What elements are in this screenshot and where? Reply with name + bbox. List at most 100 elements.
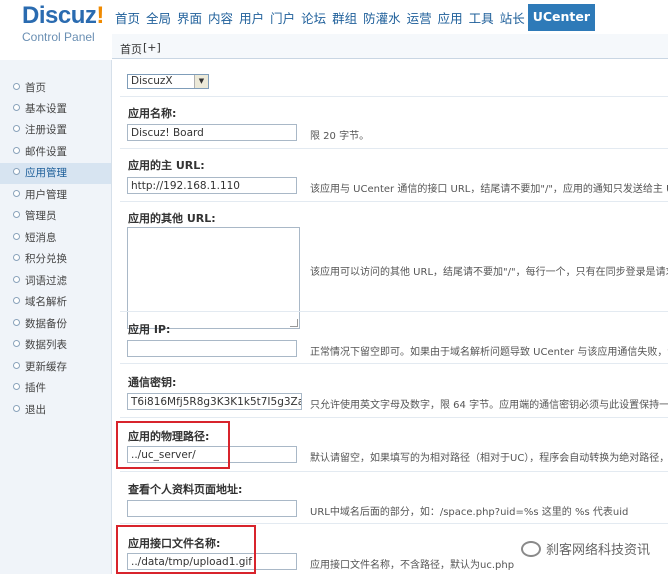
main-url-input[interactable]: http://192.168.1.110 [127, 177, 297, 194]
secret-hint: 只允许使用英文字母及数字，限 64 字节。应用端的通信密钥必须与此设置保持一致，… [310, 400, 668, 411]
topnav-item[interactable]: 防灌水 [360, 4, 404, 30]
path-hint: 默认请留空，如果填写的为相对路径（相对于UC），程序会自动转换为绝对路径，如 .… [310, 453, 668, 464]
sidebar-item[interactable]: 短消息 [0, 228, 111, 249]
sidebar-item[interactable]: 词语过滤 [0, 271, 111, 292]
sidebar-item[interactable]: 数据列表 [0, 335, 111, 356]
sidebar-item-label: 积分兑换 [25, 253, 67, 265]
other-url-label: 应用的其他 URL: [128, 212, 216, 225]
watermark: 刹客网络科技资讯 [520, 539, 650, 558]
sidebar-item[interactable]: 插件 [0, 378, 111, 399]
breadcrumb-home[interactable]: 首页 [120, 41, 142, 57]
sidebar-item[interactable]: 首页 [0, 78, 111, 99]
bullet-icon [13, 83, 20, 90]
bullet-icon [13, 233, 20, 240]
sidebar-item-label: 基本设置 [25, 103, 67, 115]
sidebar-item[interactable]: 注册设置 [0, 120, 111, 141]
app-name-hint: 限 20 字节。 [310, 131, 370, 142]
sidebar-item-label: 首页 [25, 82, 46, 94]
api-hint: 应用接口文件名称，不含路径，默认为uc.php [310, 560, 515, 571]
bullet-icon [13, 362, 20, 369]
other-url-hint: 该应用可以访问的其他 URL，结尾请不要加"/"，每行一个，只有在同步登录是请求… [310, 267, 668, 278]
app-name-label: 应用名称: [128, 107, 177, 120]
other-url-textarea[interactable] [127, 227, 300, 329]
topnav-item[interactable]: 首页 [112, 4, 143, 30]
breadcrumb: 首页 [+] [112, 34, 668, 59]
topnav-item-ucenter[interactable]: UCenter [527, 4, 596, 31]
sidebar-item-label: 短消息 [25, 232, 57, 244]
sidebar-item-label: 退出 [25, 404, 46, 416]
highlight-box-api [116, 525, 256, 574]
sidebar-item-label: 更新缓存 [25, 361, 67, 373]
sidebar-item-label: 应用管理 [25, 167, 67, 179]
divider [120, 471, 668, 472]
bullet-icon [13, 340, 20, 347]
topnav-item[interactable]: 运营 [404, 4, 435, 30]
wechat-icon [520, 540, 541, 557]
sidebar-item[interactable]: 用户管理 [0, 185, 111, 206]
header: Discuz! Control Panel 首页 全局 界面 内容 用户 门户 … [0, 0, 668, 60]
select-value: DiscuzX [131, 75, 173, 87]
secret-label: 通信密钥: [128, 376, 177, 389]
bullet-icon [13, 168, 20, 175]
sidebar-item[interactable]: 域名解析 [0, 292, 111, 313]
sidebar-item[interactable]: 更新缓存 [0, 357, 111, 378]
topnav-item[interactable]: 群组 [329, 4, 360, 30]
sidebar-item-label: 数据列表 [25, 339, 67, 351]
logo-bang: ! [96, 2, 104, 29]
app-ip-input[interactable] [127, 340, 297, 357]
main-form: DiscuzX ▼ 应用名称: Discuz! Board 限 20 字节。 应… [112, 60, 668, 574]
bullet-icon [13, 319, 20, 326]
topnav-item[interactable]: 站长 [497, 4, 528, 30]
breadcrumb-add[interactable]: [+] [143, 41, 161, 54]
app-ip-hint: 正常情况下留空即可。如果由于域名解析问题导致 UCenter 与该应用通信失败，… [310, 347, 668, 358]
divider [120, 148, 668, 149]
bullet-icon [13, 254, 20, 261]
sidebar-item-app-manage[interactable]: 应用管理 [0, 163, 111, 184]
logo: Discuz! [22, 2, 104, 30]
bullet-icon [13, 276, 20, 283]
sidebar-item[interactable]: 管理员 [0, 206, 111, 227]
topnav-item[interactable]: 应用 [435, 4, 466, 30]
main-url-label: 应用的主 URL: [128, 159, 205, 172]
watermark-text: 刹客网络科技资讯 [545, 543, 650, 558]
bullet-icon [13, 405, 20, 412]
sidebar-item[interactable]: 邮件设置 [0, 142, 111, 163]
sidebar-item-label: 词语过滤 [25, 275, 67, 287]
sidebar-item[interactable]: 数据备份 [0, 314, 111, 335]
sidebar-item-label: 数据备份 [25, 318, 67, 330]
topnav-item[interactable]: 工具 [466, 4, 497, 30]
bullet-icon [13, 125, 20, 132]
app-ip-label: 应用 IP: [128, 323, 171, 336]
divider [120, 311, 668, 312]
topnav-item[interactable]: 用户 [236, 4, 267, 30]
topnav-item[interactable]: 论坛 [298, 4, 329, 30]
topnav-item[interactable]: 内容 [205, 4, 236, 30]
sidebar-item[interactable]: 积分兑换 [0, 249, 111, 270]
divider [120, 201, 668, 202]
secret-input[interactable]: T6i816Mfj5R8g3K3K1k5t7I5g3Zas02eo7 [127, 393, 302, 410]
top-nav: 首页 全局 界面 内容 用户 门户 论坛 群组 防灌水 运营 应用 工具 站长 … [112, 4, 596, 31]
sidebar-item-label: 域名解析 [25, 296, 67, 308]
topnav-item[interactable]: 门户 [267, 4, 298, 30]
logo-text: Discuz [22, 2, 97, 29]
highlight-box-path [116, 421, 230, 469]
profile-input[interactable] [127, 500, 297, 517]
profile-hint: URL中域名后面的部分，如：/space.php?uid=%s 这里的 %s 代… [310, 507, 629, 518]
divider [120, 417, 668, 418]
topnav-item[interactable]: 全局 [143, 4, 174, 30]
bullet-icon [13, 147, 20, 154]
bullet-icon [13, 190, 20, 197]
bullet-icon [13, 297, 20, 304]
sidebar-item[interactable]: 退出 [0, 400, 111, 421]
topnav-item[interactable]: 界面 [174, 4, 205, 30]
sidebar-item-label: 邮件设置 [25, 146, 67, 158]
divider [120, 96, 668, 97]
app-name-input[interactable]: Discuz! Board [127, 124, 297, 141]
divider [120, 363, 668, 364]
profile-label: 查看个人资料页面地址: [128, 483, 243, 496]
sidebar-item-label: 管理员 [25, 210, 57, 222]
resize-handle-icon[interactable] [290, 319, 298, 327]
sidebar-item[interactable]: 基本设置 [0, 99, 111, 120]
sidebar-item-label: 用户管理 [25, 189, 67, 201]
app-type-select[interactable]: DiscuzX ▼ [127, 74, 209, 89]
